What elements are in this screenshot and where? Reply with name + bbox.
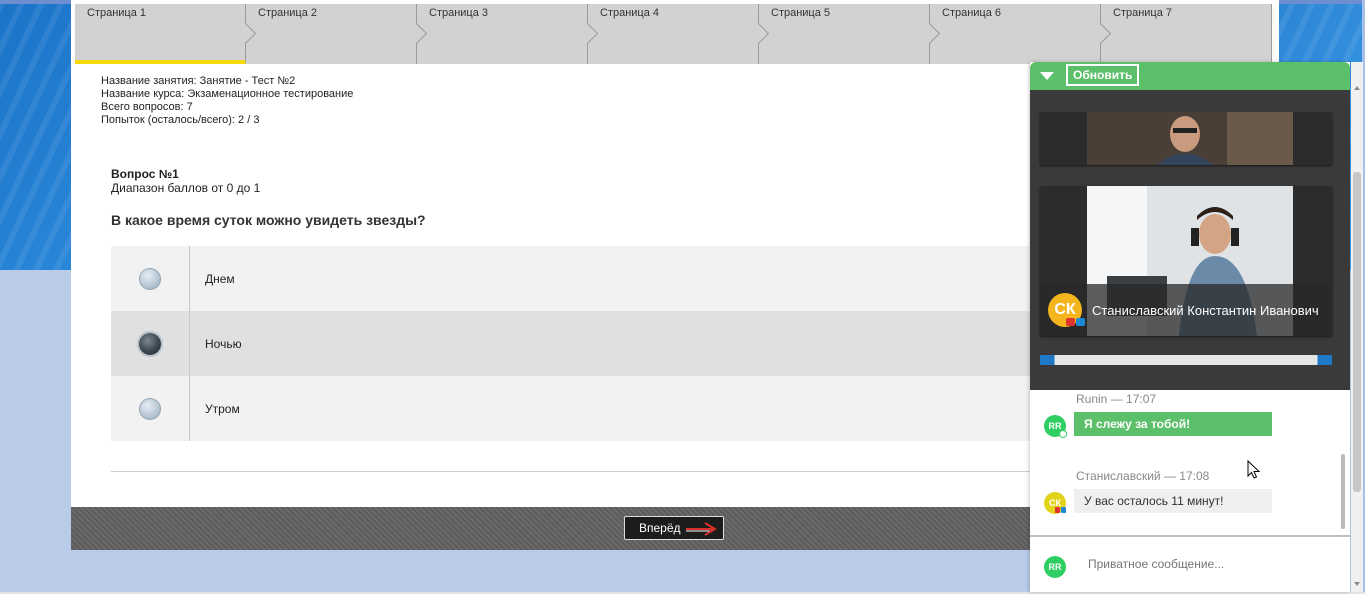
- message-meta: Станиславский — 17:08: [1076, 469, 1209, 483]
- radio-button-checked[interactable]: [139, 332, 161, 355]
- panel-header: Обновить: [1030, 62, 1350, 90]
- video-tile-participant[interactable]: [1040, 112, 1332, 165]
- avatar-initials: RR: [1048, 421, 1062, 431]
- next-button-label: Вперёд: [639, 521, 681, 535]
- answer-label: Ночью: [205, 336, 242, 351]
- message-bubble: Я слежу за тобой!: [1074, 412, 1272, 436]
- message-author: Runin: [1076, 392, 1108, 406]
- page-tab-label: Страница 5: [771, 7, 831, 19]
- score-range: Диапазон баллов от 0 до 1: [111, 181, 261, 195]
- question-number: Вопрос №1: [111, 167, 179, 181]
- avatar: RR: [1044, 556, 1066, 578]
- person-video-image: [1087, 112, 1293, 165]
- answer-label: Днем: [205, 271, 235, 286]
- answer-list: Днем Ночью Утром: [111, 246, 1031, 441]
- course-name: Название курса: Экзаменационное тестиров…: [101, 88, 354, 100]
- answer-option-morning[interactable]: Утром: [111, 376, 1031, 441]
- answer-label: Утром: [205, 401, 240, 416]
- role-badge-icon: [1066, 318, 1085, 326]
- video-tile-presenter[interactable]: СК Станиславский Константин Иванович: [1040, 186, 1332, 336]
- answer-option-day[interactable]: Днем: [111, 246, 1031, 311]
- lesson-name: Название занятия: Занятие - Тест №2: [101, 75, 296, 87]
- message-bubble: У вас осталось 11 минут!: [1074, 489, 1272, 513]
- chat-messages: Runin — 17:07 RR Я слежу за тобой! Стани…: [1030, 390, 1350, 535]
- presenter-name: Станиславский Константин Иванович: [1092, 302, 1319, 318]
- page-tab-7[interactable]: Страница 7: [1101, 4, 1272, 64]
- page-tab-3[interactable]: Страница 3: [417, 4, 599, 64]
- radio-cell: [111, 376, 190, 441]
- avatar: СК: [1044, 492, 1066, 514]
- page-scrollbar[interactable]: [1351, 62, 1363, 592]
- message-meta: Runin — 17:07: [1076, 392, 1156, 406]
- role-badge-icon: [1055, 507, 1066, 513]
- message-time: — 17:08: [1163, 469, 1210, 483]
- online-status-icon: [1059, 430, 1067, 438]
- page-tab-6[interactable]: Страница 6: [930, 4, 1112, 64]
- refresh-button[interactable]: Обновить: [1066, 64, 1140, 86]
- screen-share-thumbnail[interactable]: [1040, 355, 1332, 365]
- presenter-name-bar: СК Станиславский Константин Иванович: [1040, 284, 1332, 336]
- page-tab-4[interactable]: Страница 4: [588, 4, 770, 64]
- page-tab-label: Страница 3: [429, 7, 489, 19]
- question-count: Всего вопросов: 7: [101, 101, 193, 113]
- avatar: СК: [1048, 293, 1085, 327]
- page-tab-label: Страница 2: [258, 7, 318, 19]
- page-tab-5[interactable]: Страница 5: [759, 4, 941, 64]
- webinar-panel: Обновить СК Станиславский Константин Ива…: [1030, 62, 1350, 592]
- radio-cell: [111, 311, 190, 376]
- page-tab-1[interactable]: Страница 1: [75, 4, 257, 64]
- radio-cell: [111, 246, 190, 311]
- page-tab-2[interactable]: Страница 2: [246, 4, 428, 64]
- page-navigation: Страница 1 Страница 2 Страница 3 Страниц…: [75, 4, 1275, 64]
- radio-button[interactable]: [139, 267, 161, 290]
- page-tab-label: Страница 7: [1113, 7, 1173, 19]
- avatar-initials: RR: [1048, 562, 1062, 572]
- video-feed: [1087, 112, 1293, 165]
- message-time: — 17:07: [1110, 392, 1157, 406]
- avatar: RR: [1044, 415, 1067, 438]
- scroll-down-icon[interactable]: [1354, 582, 1360, 586]
- scrollbar-thumb[interactable]: [1353, 172, 1361, 492]
- scroll-up-icon[interactable]: [1354, 86, 1360, 90]
- private-message-input[interactable]: [1086, 552, 1330, 576]
- page-tab-label: Страница 4: [600, 7, 660, 19]
- radio-button[interactable]: [139, 397, 161, 420]
- video-area: СК Станиславский Константин Иванович: [1030, 90, 1350, 390]
- answer-option-night[interactable]: Ночью: [111, 311, 1031, 376]
- question-text: В какое время суток можно увидеть звезды…: [111, 212, 426, 228]
- page-tab-label: Страница 6: [942, 7, 1002, 19]
- collapse-triangle-icon[interactable]: [1040, 72, 1054, 80]
- page-tab-label: Страница 1: [87, 7, 147, 19]
- arrow-right-icon: [686, 522, 717, 536]
- divider: [111, 471, 1041, 472]
- next-button[interactable]: Вперёд: [624, 516, 724, 540]
- attempts-count: Попыток (осталось/всего): 2 / 3: [101, 114, 260, 126]
- chat-scrollbar[interactable]: [1341, 454, 1345, 529]
- private-message-row: RR: [1030, 535, 1350, 594]
- mouse-cursor-icon: [1247, 460, 1261, 479]
- lesson-info: Название занятия: Занятие - Тест №2 Назв…: [101, 75, 353, 127]
- message-author: Станиславский: [1076, 469, 1161, 483]
